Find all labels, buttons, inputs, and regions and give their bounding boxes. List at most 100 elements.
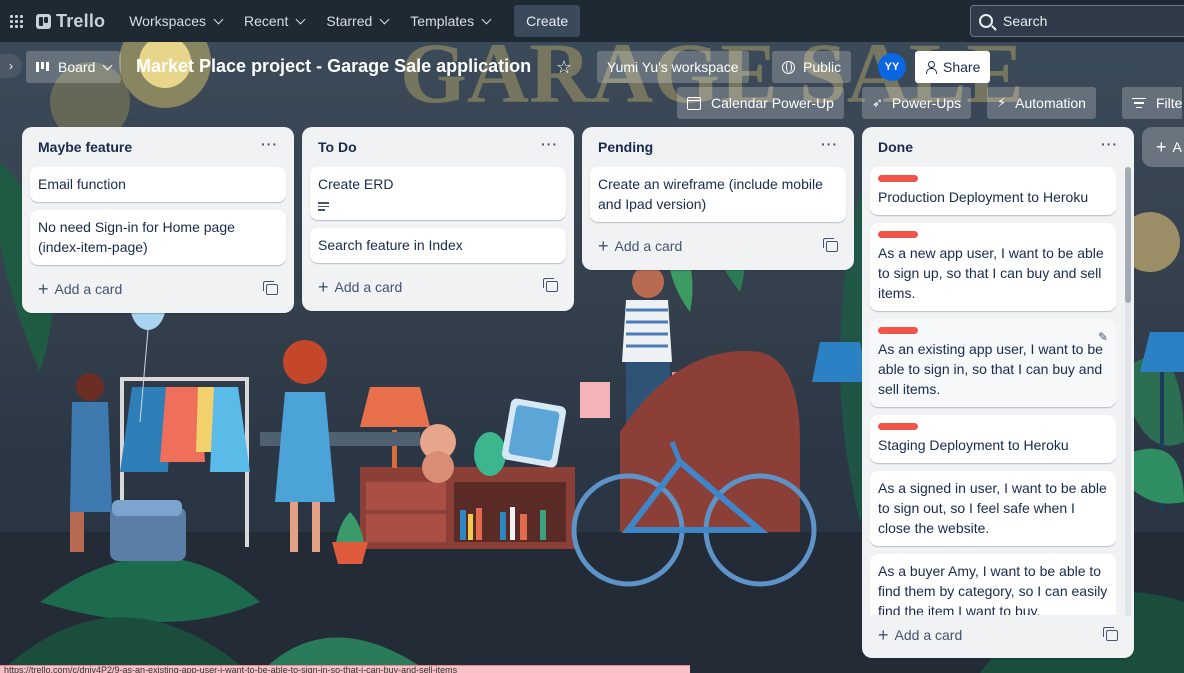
share-button[interactable]: Share [915, 51, 991, 83]
trello-logo[interactable]: Trello [36, 11, 105, 32]
card-title: As an existing app user, I want to be ab… [878, 341, 1103, 397]
add-card-row: + Add a card [590, 230, 846, 262]
done-cards-scroll-area[interactable]: Production Deployment to Heroku As a new… [870, 167, 1116, 615]
card-label-red [878, 327, 918, 334]
list-header: Pending ··· [590, 127, 846, 167]
chevron-down-icon [295, 14, 306, 24]
card-title: No need Sign-in for Home page (index-ite… [38, 219, 235, 255]
add-card-label: Add a card [334, 278, 403, 295]
nav-starred-menu[interactable]: Starred [316, 5, 398, 37]
chevron-down-icon [102, 60, 113, 70]
power-ups-button[interactable]: ➶ Power-Ups [862, 87, 972, 119]
list-maybe-feature: Maybe feature ··· Email function No need… [22, 127, 294, 313]
card-title: Production Deployment to Heroku [878, 189, 1089, 205]
nav-templates-menu[interactable]: Templates [400, 5, 500, 37]
list-title[interactable]: To Do [318, 139, 357, 155]
card-template-icon[interactable] [543, 278, 558, 292]
card[interactable]: As a new app user, I want to be able to … [870, 223, 1116, 311]
calendar-power-up-label: Calendar Power-Up [711, 95, 834, 111]
avatar[interactable]: YY [878, 53, 906, 81]
card[interactable]: Create an wireframe (include mobile and … [590, 167, 846, 222]
list-done: Done ··· Production Deployment to Heroku… [862, 127, 1134, 658]
card-label-red [878, 175, 918, 182]
card[interactable]: As a signed in user, I want to be able t… [870, 471, 1116, 546]
nav-workspaces-menu[interactable]: Workspaces [119, 5, 232, 37]
plus-icon: + [1156, 137, 1167, 157]
list-scrollbar[interactable] [1125, 167, 1131, 617]
description-icon [318, 202, 329, 211]
card-label-red [878, 231, 918, 238]
add-list-label: A [1172, 139, 1182, 155]
list-header: Maybe feature ··· [30, 127, 286, 167]
visibility-button[interactable]: Public [772, 51, 852, 83]
card-title: Search feature in Index [318, 236, 463, 253]
card-template-icon[interactable] [263, 280, 278, 295]
list-to-do: To Do ··· Create ERD Search feature in I… [302, 127, 574, 311]
visibility-label: Public [803, 59, 842, 75]
search-input[interactable]: Search [970, 5, 1184, 37]
create-button[interactable]: Create [514, 5, 581, 37]
card-title: Staging Deployment to Heroku [878, 437, 1069, 453]
share-label: Share [943, 59, 981, 75]
list-header: Done ··· [870, 127, 1126, 167]
board-title[interactable]: Market Place project - Garage Sale appli… [136, 56, 531, 77]
lightning-icon: ⚡ [997, 95, 1007, 110]
chevron-down-icon [379, 14, 390, 24]
plus-icon: + [38, 279, 49, 299]
rocket-icon: ➶ [872, 95, 883, 110]
list-pending: Pending ··· Create an wireframe (include… [582, 127, 854, 270]
add-card-button[interactable]: + Add a card [318, 278, 402, 296]
globe-icon [782, 60, 795, 74]
add-card-button[interactable]: + Add a card [598, 237, 682, 255]
filter-button[interactable]: Filte [1122, 87, 1183, 119]
list-title[interactable]: Done [878, 139, 913, 155]
automation-button[interactable]: ⚡ Automation [987, 87, 1096, 119]
plus-icon: + [598, 236, 609, 256]
nav-starred-label: Starred [326, 13, 373, 29]
workspace-button[interactable]: Yumi Yu's workspace [597, 51, 749, 83]
add-card-label: Add a card [54, 281, 123, 297]
nav-templates-label: Templates [410, 13, 475, 29]
add-card-row: + Add a card [870, 619, 1126, 651]
calendar-icon [687, 96, 701, 110]
add-card-button[interactable]: + Add a card [38, 280, 122, 298]
card-template-icon[interactable] [1103, 626, 1118, 641]
card[interactable]: No need Sign-in for Home page (index-ite… [30, 210, 286, 265]
chevron-down-icon [213, 14, 224, 24]
card-title: As a buyer Amy, I want to be able to fin… [878, 563, 1108, 615]
list-actions-icon[interactable]: ··· [821, 137, 838, 151]
star-board-icon[interactable]: ☆ [550, 53, 578, 81]
list-title[interactable]: Pending [598, 139, 653, 155]
add-card-button[interactable]: + Add a card [878, 626, 962, 644]
nav-recent-menu[interactable]: Recent [234, 5, 314, 37]
list-title[interactable]: Maybe feature [38, 139, 132, 155]
card[interactable]: Create ERD [310, 167, 566, 220]
chevron-right-icon: › [9, 59, 13, 73]
plus-icon: + [318, 276, 329, 297]
board-view-switcher[interactable]: Board [26, 51, 122, 83]
card[interactable]: ✎ As an existing app user, I want to be … [870, 319, 1116, 407]
list-header: To Do ··· [310, 127, 566, 167]
card[interactable]: Staging Deployment to Heroku [870, 415, 1116, 463]
filter-label: Filte [1156, 95, 1183, 111]
card[interactable]: As a buyer Amy, I want to be able to fin… [870, 554, 1116, 615]
card-template-icon[interactable] [823, 237, 838, 252]
app-switcher-icon[interactable] [2, 0, 30, 42]
trello-logo-text: Trello [56, 10, 106, 31]
calendar-power-up-button[interactable]: Calendar Power-Up [677, 87, 844, 119]
board-view-label: Board [58, 59, 96, 75]
trello-logo-icon [36, 13, 51, 29]
card[interactable]: Search feature in Index [310, 227, 566, 263]
add-list-button[interactable]: + A [1142, 127, 1184, 167]
search-placeholder: Search [1003, 13, 1048, 29]
card-title: Create ERD [318, 176, 394, 192]
list-actions-icon[interactable]: ··· [541, 137, 558, 151]
add-card-row: + Add a card [30, 273, 286, 305]
card[interactable]: Email function [30, 167, 286, 202]
list-actions-icon[interactable]: ··· [261, 137, 278, 151]
list-actions-icon[interactable]: ··· [1101, 137, 1118, 151]
card-title: As a signed in user, I want to be able t… [878, 480, 1107, 536]
card-title: Email function [38, 176, 126, 192]
card[interactable]: Production Deployment to Heroku [870, 167, 1116, 215]
pencil-icon[interactable]: ✎ [1098, 327, 1108, 347]
